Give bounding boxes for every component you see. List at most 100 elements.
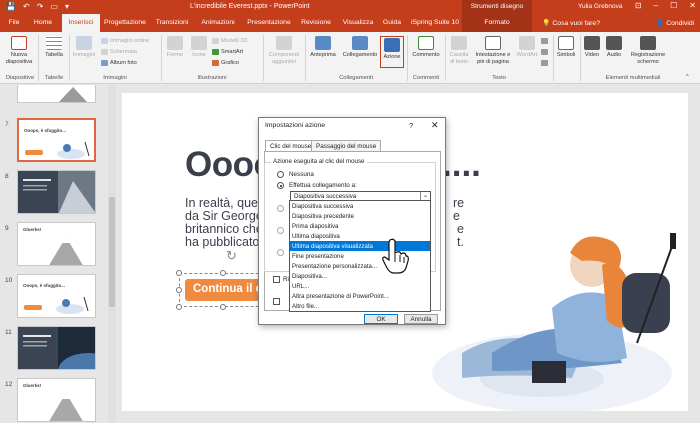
collegamento-button[interactable]: Collegamento bbox=[340, 36, 380, 59]
slide-thumbnail-8[interactable] bbox=[17, 170, 96, 214]
dropdown-item[interactable]: Diapositiva successiva bbox=[290, 201, 430, 211]
radio-azione-oggetto[interactable] bbox=[277, 249, 284, 256]
slide-thumbnail-10[interactable]: Ooops, è sfuggito... bbox=[17, 274, 96, 318]
forme-button[interactable]: Forme bbox=[163, 36, 187, 59]
tab-formato[interactable]: Formato bbox=[462, 14, 532, 32]
radio-collegamento[interactable] bbox=[277, 182, 284, 189]
modelli-3d-button[interactable]: Modelli 3D bbox=[212, 38, 247, 44]
close-icon[interactable]: ✕ bbox=[431, 120, 439, 131]
dropdown-item[interactable]: Altra presentazione di PowerPoint... bbox=[290, 291, 430, 301]
tab-guida[interactable]: Guida bbox=[380, 14, 404, 32]
commento-button[interactable]: Commento bbox=[409, 36, 443, 59]
dropdown-item[interactable]: Altro file... bbox=[290, 301, 430, 311]
tab-ispring[interactable]: iSpring Suite 10 bbox=[408, 14, 462, 32]
slide-number-button[interactable] bbox=[541, 49, 548, 55]
icone-button[interactable]: Icone bbox=[188, 36, 210, 59]
dropdown-item[interactable]: Diapositiva precedente bbox=[290, 211, 430, 221]
table-icon bbox=[46, 36, 62, 50]
video-button[interactable]: Video bbox=[581, 36, 603, 59]
window-controls: ⊡ – ☐ ✕ bbox=[635, 1, 696, 10]
share-button[interactable]: 👤 Condividi bbox=[652, 14, 698, 32]
start-presentation-icon[interactable]: ▭ bbox=[50, 2, 58, 11]
immagini-button[interactable]: Immagini bbox=[70, 36, 98, 59]
slide-thumbnail-6[interactable] bbox=[17, 85, 96, 103]
new-slide-icon bbox=[11, 36, 27, 50]
tab-file[interactable]: File bbox=[4, 14, 24, 32]
tab-revisione[interactable]: Revisione bbox=[298, 14, 334, 32]
resize-handle[interactable] bbox=[220, 270, 226, 276]
object-button[interactable] bbox=[541, 60, 548, 66]
resize-handle[interactable] bbox=[176, 304, 182, 310]
film-icon bbox=[584, 36, 600, 50]
simboli-button[interactable]: Simboli bbox=[554, 36, 578, 59]
minimize-icon[interactable]: – bbox=[654, 1, 658, 10]
resize-handle[interactable] bbox=[176, 270, 182, 276]
audio-button[interactable]: Audio bbox=[603, 36, 625, 59]
save-icon[interactable]: 💾 bbox=[6, 2, 16, 11]
help-icon[interactable]: ? bbox=[409, 121, 413, 130]
dropdown-item[interactable]: Presentazione personalizzata... bbox=[290, 261, 430, 271]
cancel-button[interactable]: Annulla bbox=[404, 314, 438, 324]
link-target-dropdown: Diapositiva successiva Diapositiva prece… bbox=[289, 200, 431, 312]
radio-nessuna[interactable] bbox=[277, 171, 284, 178]
casella-testo-button[interactable]: Casella di testo bbox=[446, 36, 472, 65]
undo-icon[interactable]: ↶ bbox=[23, 2, 30, 11]
dropdown-item[interactable]: Prima diapositiva bbox=[290, 221, 430, 231]
radio-esegui-programma[interactable] bbox=[277, 205, 284, 212]
ribbon-display-icon[interactable]: ⊡ bbox=[635, 1, 642, 10]
immagini-online-button[interactable]: Immagini online bbox=[101, 38, 149, 44]
redo-icon[interactable]: ↷ bbox=[37, 2, 44, 11]
radio-esegui-macro[interactable] bbox=[277, 227, 284, 234]
online-picture-icon bbox=[101, 38, 108, 44]
dropdown-item[interactable]: URL... bbox=[290, 281, 430, 291]
date-time-button[interactable] bbox=[541, 38, 548, 44]
slide-thumbnail-12[interactable]: Gluerks! bbox=[17, 378, 96, 422]
tab-animazioni[interactable]: Animazioni bbox=[196, 14, 240, 32]
album-foto-button[interactable]: Album foto bbox=[101, 60, 137, 66]
dropdown-item[interactable]: Ultima diapositiva bbox=[290, 231, 430, 241]
intestazione-button[interactable]: Intestazione e piè di pagina bbox=[472, 36, 514, 65]
slide-thumbnail-9[interactable]: Gluerks! bbox=[17, 222, 96, 266]
slide-number: 12 bbox=[5, 381, 13, 388]
resize-handle[interactable] bbox=[220, 304, 226, 310]
maximize-icon[interactable]: ☐ bbox=[670, 1, 677, 10]
anteprima-button[interactable]: Anteprima bbox=[307, 36, 339, 59]
ok-button[interactable]: OK bbox=[364, 314, 398, 324]
resize-handle[interactable] bbox=[176, 287, 182, 293]
scrollbar-thumb[interactable] bbox=[109, 197, 115, 307]
collapse-ribbon-icon[interactable]: ^ bbox=[686, 74, 689, 80]
tab-inserisci[interactable]: Inserisci bbox=[62, 14, 100, 32]
dropdown-item-highlighted[interactable]: Ultima diapositiva visualizzata bbox=[290, 241, 430, 251]
tabella-button[interactable]: Tabella bbox=[41, 36, 67, 59]
group-label-multimediali: Elementi multimediali bbox=[605, 75, 661, 81]
customize-qat-icon[interactable]: ▾ bbox=[65, 2, 69, 11]
registrazione-schermo-button[interactable]: Registrazione schermo bbox=[626, 36, 670, 65]
tab-presentazione[interactable]: Presentazione bbox=[244, 14, 294, 32]
close-icon[interactable]: ✕ bbox=[689, 1, 696, 10]
dropdown-item[interactable]: Fine presentazione bbox=[290, 251, 430, 261]
smartart-button[interactable]: SmartArt bbox=[212, 49, 243, 55]
tab-visualizza[interactable]: Visualizza bbox=[338, 14, 378, 32]
slide-thumbnail-11[interactable] bbox=[17, 326, 96, 370]
azione-button[interactable]: Azione bbox=[380, 38, 404, 61]
chevron-down-icon[interactable]: ⌄ bbox=[420, 192, 430, 200]
user-name[interactable]: Yulia Grebnova bbox=[578, 3, 622, 10]
tab-transizioni[interactable]: Transizioni bbox=[152, 14, 192, 32]
componenti-aggiuntivi-button[interactable]: Componenti aggiuntivi bbox=[265, 36, 303, 65]
tab-passaggio-del-mouse[interactable]: Passaggio del mouse bbox=[311, 140, 382, 151]
group-label-testo: Testo bbox=[492, 75, 506, 81]
thumbnails-scrollbar[interactable] bbox=[108, 85, 116, 423]
tab-home[interactable]: Home bbox=[28, 14, 58, 32]
rotate-handle-icon[interactable]: ↻ bbox=[226, 248, 237, 264]
grafico-button[interactable]: Grafico bbox=[212, 60, 239, 66]
dropdown-item[interactable]: Diapositiva... bbox=[290, 271, 430, 281]
slide-thumbnail-7[interactable]: Ooops, è sfuggito... bbox=[17, 118, 96, 162]
tab-progettazione[interactable]: Progettazione bbox=[102, 14, 148, 32]
schermata-button[interactable]: Schermata bbox=[101, 49, 137, 55]
nuova-diapositiva-button[interactable]: Nuova diapositiva bbox=[2, 36, 36, 65]
slide-number: 9 bbox=[5, 225, 9, 232]
tell-me-search[interactable]: 💡 Cosa vuoi fare? bbox=[538, 14, 604, 32]
highlight-click-checkbox[interactable] bbox=[273, 298, 280, 305]
play-sound-checkbox[interactable] bbox=[273, 276, 280, 283]
wordart-button[interactable]: WordArt bbox=[514, 36, 540, 59]
